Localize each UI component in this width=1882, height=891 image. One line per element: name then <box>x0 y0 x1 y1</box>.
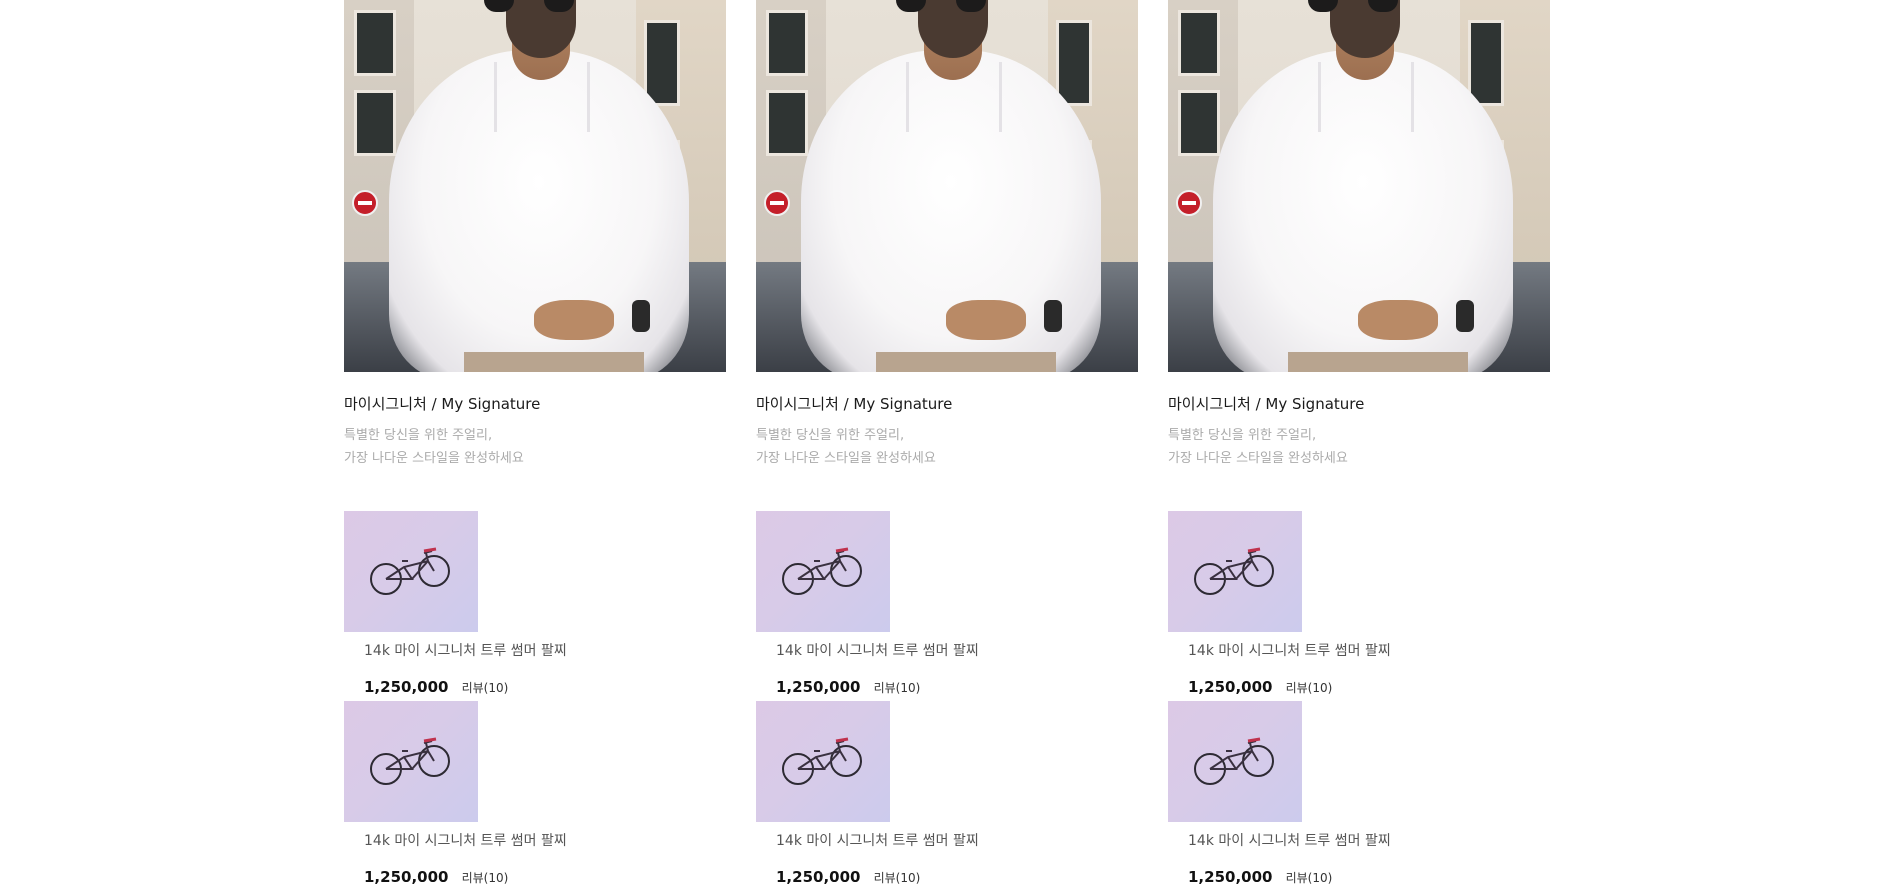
product-name[interactable]: 14k 마이 시그니처 트루 썸머 팔찌 <box>1188 831 1550 851</box>
collection-description-line: 가장 나다운 스타일을 완성하세요 <box>1168 451 1348 466</box>
product-name[interactable]: 14k 마이 시그니처 트루 썸머 팔찌 <box>364 831 726 851</box>
collection-column: 마이시그니처 / My Signature 특별한 당신을 위한 주얼리, 가장… <box>756 0 1138 891</box>
product-price: 1,250,000 <box>776 868 861 886</box>
product-price: 1,250,000 <box>1188 678 1273 696</box>
bicycle-icon <box>1194 737 1274 785</box>
product-price: 1,250,000 <box>364 678 449 696</box>
collection-description: 특별한 당신을 위한 주얼리, 가장 나다운 스타일을 완성하세요 <box>344 424 726 470</box>
bicycle-icon <box>370 547 450 595</box>
collection-title[interactable]: 마이시그니처 / My Signature <box>1168 394 1550 414</box>
collection-title[interactable]: 마이시그니처 / My Signature <box>344 394 726 414</box>
product-thumbnail[interactable] <box>1168 701 1302 822</box>
product-price: 1,250,000 <box>1188 868 1273 886</box>
price-row: 1,250,000 리뷰(10) <box>1188 677 1550 697</box>
price-row: 1,250,000 리뷰(10) <box>776 677 1138 697</box>
collection-column: 마이시그니처 / My Signature 특별한 당신을 위한 주얼리, 가장… <box>344 0 726 891</box>
product-card[interactable]: 14k 마이 시그니처 트루 썸머 팔찌 1,250,000 리뷰(10) <box>756 511 1138 701</box>
product-name[interactable]: 14k 마이 시그니처 트루 썸머 팔찌 <box>776 831 1138 851</box>
product-thumbnail[interactable] <box>344 701 478 822</box>
collection-description-line: 특별한 당신을 위한 주얼리, <box>1168 428 1317 443</box>
review-count[interactable]: 리뷰(10) <box>874 681 921 695</box>
price-row: 1,250,000 리뷰(10) <box>1188 867 1550 887</box>
collection-description: 특별한 당신을 위한 주얼리, 가장 나다운 스타일을 완성하세요 <box>756 424 1138 470</box>
review-count[interactable]: 리뷰(10) <box>462 871 509 885</box>
price-row: 1,250,000 리뷰(10) <box>364 677 726 697</box>
product-thumbnail[interactable] <box>756 701 890 822</box>
collection-description-line: 특별한 당신을 위한 주얼리, <box>344 428 493 443</box>
review-count[interactable]: 리뷰(10) <box>462 681 509 695</box>
collection-description-line: 가장 나다운 스타일을 완성하세요 <box>756 451 936 466</box>
product-price: 1,250,000 <box>776 678 861 696</box>
collection-hero-image[interactable] <box>344 0 726 372</box>
bicycle-icon <box>370 737 450 785</box>
review-count[interactable]: 리뷰(10) <box>1286 681 1333 695</box>
collection-description: 특별한 당신을 위한 주얼리, 가장 나다운 스타일을 완성하세요 <box>1168 424 1550 470</box>
product-card[interactable]: 14k 마이 시그니처 트루 썸머 팔찌 1,250,000 리뷰(10) <box>1168 511 1550 701</box>
product-price: 1,250,000 <box>364 868 449 886</box>
collection-description-line: 특별한 당신을 위한 주얼리, <box>756 428 905 443</box>
collection-column: 마이시그니처 / My Signature 특별한 당신을 위한 주얼리, 가장… <box>1168 0 1550 891</box>
collection-title[interactable]: 마이시그니처 / My Signature <box>756 394 1138 414</box>
product-name[interactable]: 14k 마이 시그니처 트루 썸머 팔찌 <box>364 641 726 661</box>
review-count[interactable]: 리뷰(10) <box>874 871 921 885</box>
collection-hero-image[interactable] <box>1168 0 1550 372</box>
review-count[interactable]: 리뷰(10) <box>1286 871 1333 885</box>
product-thumbnail[interactable] <box>1168 511 1302 632</box>
collection-hero-image[interactable] <box>756 0 1138 372</box>
price-row: 1,250,000 리뷰(10) <box>776 867 1138 887</box>
bicycle-icon <box>1194 547 1274 595</box>
bicycle-icon <box>782 547 862 595</box>
product-thumbnail[interactable] <box>756 511 890 632</box>
collection-grid: 마이시그니처 / My Signature 특별한 당신을 위한 주얼리, 가장… <box>344 0 1550 891</box>
product-thumbnail[interactable] <box>344 511 478 632</box>
product-card[interactable]: 14k 마이 시그니처 트루 썸머 팔찌 1,250,000 리뷰(10) <box>1168 701 1550 891</box>
product-card[interactable]: 14k 마이 시그니처 트루 썸머 팔찌 1,250,000 리뷰(10) <box>344 511 726 701</box>
product-card[interactable]: 14k 마이 시그니처 트루 썸머 팔찌 1,250,000 리뷰(10) <box>344 701 726 891</box>
price-row: 1,250,000 리뷰(10) <box>364 867 726 887</box>
product-name[interactable]: 14k 마이 시그니처 트루 썸머 팔찌 <box>776 641 1138 661</box>
collection-description-line: 가장 나다운 스타일을 완성하세요 <box>344 451 524 466</box>
product-card[interactable]: 14k 마이 시그니처 트루 썸머 팔찌 1,250,000 리뷰(10) <box>756 701 1138 891</box>
product-name[interactable]: 14k 마이 시그니처 트루 썸머 팔찌 <box>1188 641 1550 661</box>
bicycle-icon <box>782 737 862 785</box>
